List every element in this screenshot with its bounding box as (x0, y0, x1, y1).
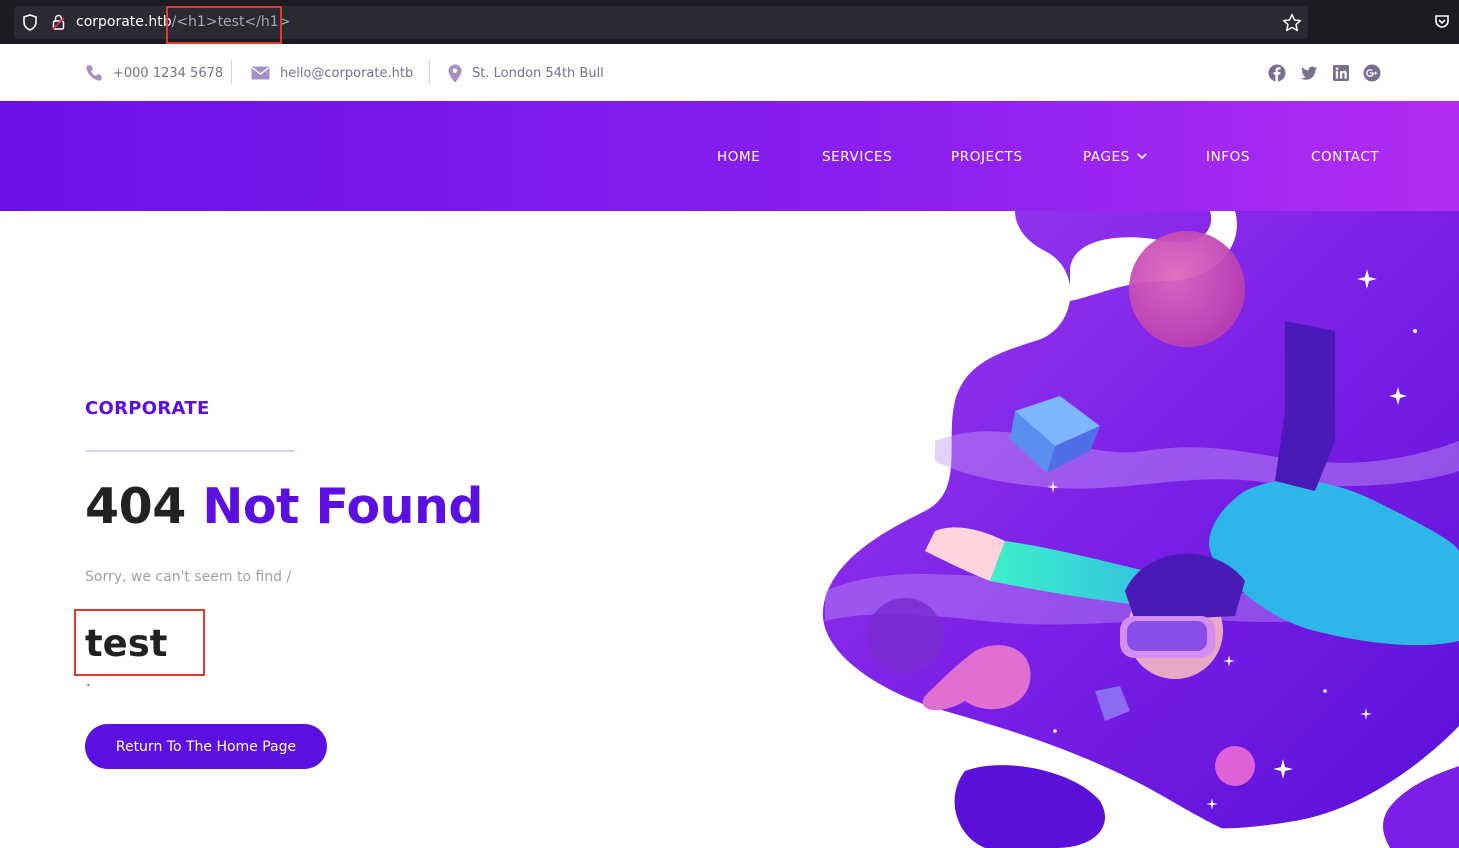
return-home-button[interactable]: Return To The Home Page (85, 724, 327, 769)
address-text: St. London 54th Bull (472, 65, 604, 81)
main-navbar: HOME SERVICES PROJECTS PAGES INFOS CONTA… (0, 101, 1459, 211)
contact-bar: +000 1234 5678 hello@corporate.htb St. L… (0, 44, 1459, 101)
divider (429, 60, 430, 84)
phone-icon (86, 65, 102, 81)
error-message: Sorry, we can't seem to find / (85, 569, 292, 585)
twitter-icon[interactable] (1300, 64, 1318, 82)
nav-infos[interactable]: INFOS (1206, 149, 1250, 165)
email-info[interactable]: hello@corporate.htb (251, 62, 413, 84)
map-pin-icon (448, 64, 462, 82)
error-code: 404 (85, 478, 186, 535)
url-path-highlight-box (166, 6, 282, 44)
divider (231, 60, 232, 84)
address-info[interactable]: St. London 54th Bull (448, 62, 604, 84)
nav-pages[interactable]: PAGES (1083, 149, 1130, 165)
envelope-icon (251, 66, 270, 80)
nav-home[interactable]: HOME (717, 149, 760, 165)
nav-services[interactable]: SERVICES (822, 149, 892, 165)
trailing-period: . (86, 674, 91, 690)
phone-number: +000 1234 5678 (113, 65, 224, 81)
brand-underline (85, 450, 295, 452)
lock-icon[interactable] (52, 14, 65, 30)
facebook-icon[interactable] (1268, 64, 1286, 82)
pocket-icon[interactable] (1434, 14, 1450, 30)
error-text: Not Found (202, 478, 484, 535)
url-host: corporate.htb (76, 14, 172, 30)
star-icon[interactable] (1282, 13, 1302, 32)
linkedin-icon[interactable] (1332, 64, 1350, 82)
space-illustration (815, 211, 1459, 848)
google-plus-icon[interactable] (1363, 64, 1381, 82)
email-address: hello@corporate.htb (280, 65, 414, 81)
page-title: 404 Not Found (85, 478, 484, 535)
shield-icon[interactable] (22, 14, 38, 31)
nav-projects[interactable]: PROJECTS (951, 149, 1023, 165)
injected-highlight-box (74, 609, 205, 676)
browser-toolbar: corporate.htb/<h1>test</h1> (0, 0, 1459, 44)
nav-contact[interactable]: CONTACT (1311, 149, 1379, 165)
brand-label: CORPORATE (85, 398, 210, 419)
chevron-down-icon[interactable] (1137, 153, 1147, 160)
phone-info[interactable]: +000 1234 5678 (85, 62, 223, 84)
